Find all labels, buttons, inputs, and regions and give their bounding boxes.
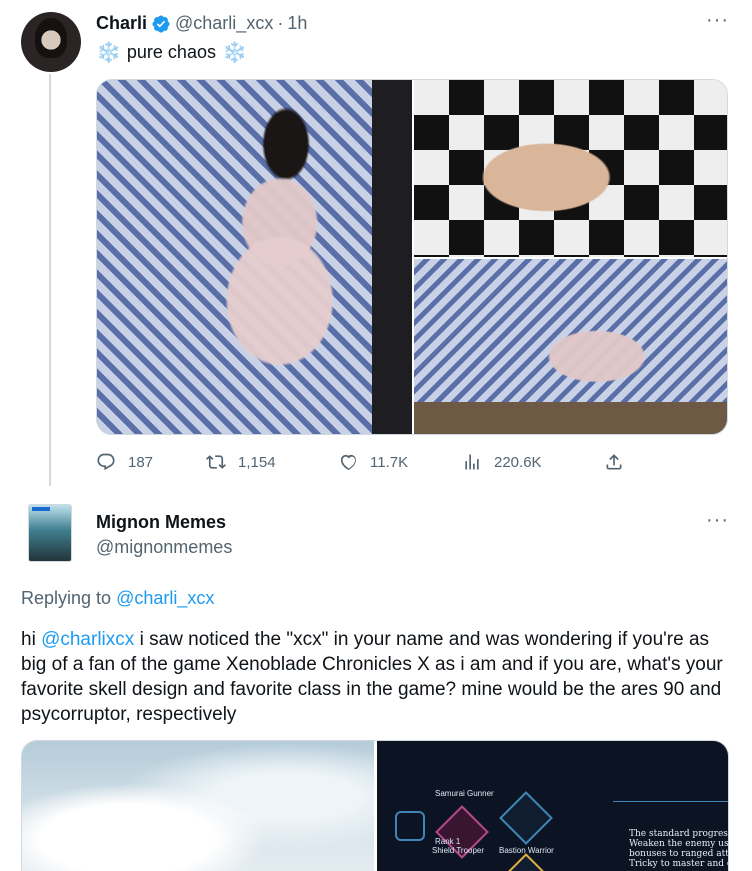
views-count: 220.6K — [494, 453, 542, 471]
dot-separator: · — [277, 13, 284, 33]
class-label-top: Samurai Gunner — [435, 789, 494, 798]
more-options-icon[interactable]: ··· — [706, 10, 729, 30]
class-node-hex — [395, 811, 425, 841]
tweet1-header: Charli @charli_xcx · 1h — [96, 13, 307, 34]
tweet2-text-prefix: hi — [21, 629, 36, 650]
mignon-memes-avatar[interactable] — [28, 504, 72, 562]
author-name[interactable]: Charli — [96, 13, 147, 34]
tweet1-action-bar: 187 1,154 11.7K 220.6K — [96, 452, 636, 476]
share-button[interactable] — [604, 452, 624, 472]
replying-to-link[interactable]: @charli_xcx — [116, 588, 214, 608]
share-upload-icon — [606, 454, 622, 470]
tweet2-text: hi @charlixcx i saw noticed the "xcx" in… — [21, 627, 731, 727]
like-count: 11.7K — [370, 453, 409, 471]
media-photo-3[interactable] — [414, 259, 727, 434]
charli-avatar[interactable] — [21, 12, 81, 72]
snowflake-emoji-icon: ❄️ — [96, 42, 121, 64]
heart-icon — [340, 454, 356, 470]
class-label-left: Shield Trooper — [432, 846, 485, 855]
media-photo-sky[interactable] — [22, 741, 374, 871]
replying-prefix: Replying to — [21, 588, 112, 608]
views-button[interactable]: 220.6K — [462, 452, 542, 472]
verified-badge-icon — [152, 14, 170, 33]
media-photo-1[interactable] — [97, 80, 412, 434]
class-node-lock — [499, 791, 553, 845]
class-label-mid: Bastion Warrior — [499, 846, 554, 855]
media-photo-game-class-tree[interactable]: Samurai Gunner Rank 1 Shield Trooper Bas… — [377, 741, 729, 871]
class-label-rank: Rank 1 — [435, 837, 461, 846]
more-options-icon[interactable]: ··· — [706, 510, 729, 530]
mention-link[interactable]: @charlixcx — [41, 629, 134, 650]
class-description: The standard progressio Weaken the enemy… — [629, 829, 729, 869]
author-name[interactable]: Mignon Memes — [96, 512, 226, 533]
tweet1-media-grid — [96, 79, 728, 435]
reply-count: 187 — [128, 453, 154, 471]
tweet1-text-body: pure chaos — [126, 42, 216, 62]
tweet-time[interactable]: 1h — [287, 13, 307, 34]
snowflake-emoji-icon: ❄️ — [221, 42, 247, 64]
tweet1-text: ❄️ pure chaos ❄️ — [96, 40, 247, 65]
tweet2-media-grid: Samurai Gunner Rank 1 Shield Trooper Bas… — [21, 740, 729, 871]
class-node-bastion — [499, 853, 553, 871]
reply-button[interactable]: 187 — [96, 452, 153, 472]
retweet-icon — [206, 455, 226, 469]
like-button[interactable]: 11.7K — [338, 452, 408, 472]
analytics-bars-icon — [465, 454, 479, 470]
retweet-button[interactable]: 1,154 — [206, 452, 276, 472]
author-handle[interactable]: @charli_xcx — [175, 13, 273, 34]
reply-icon — [97, 453, 115, 471]
retweet-count: 1,154 — [238, 453, 276, 471]
replying-to-line: Replying to @charli_xcx — [21, 588, 214, 609]
author-handle[interactable]: @mignonmemes — [96, 537, 232, 558]
thread-connector-line — [49, 74, 51, 486]
media-photo-2[interactable] — [414, 80, 727, 257]
panel-divider — [613, 801, 728, 802]
